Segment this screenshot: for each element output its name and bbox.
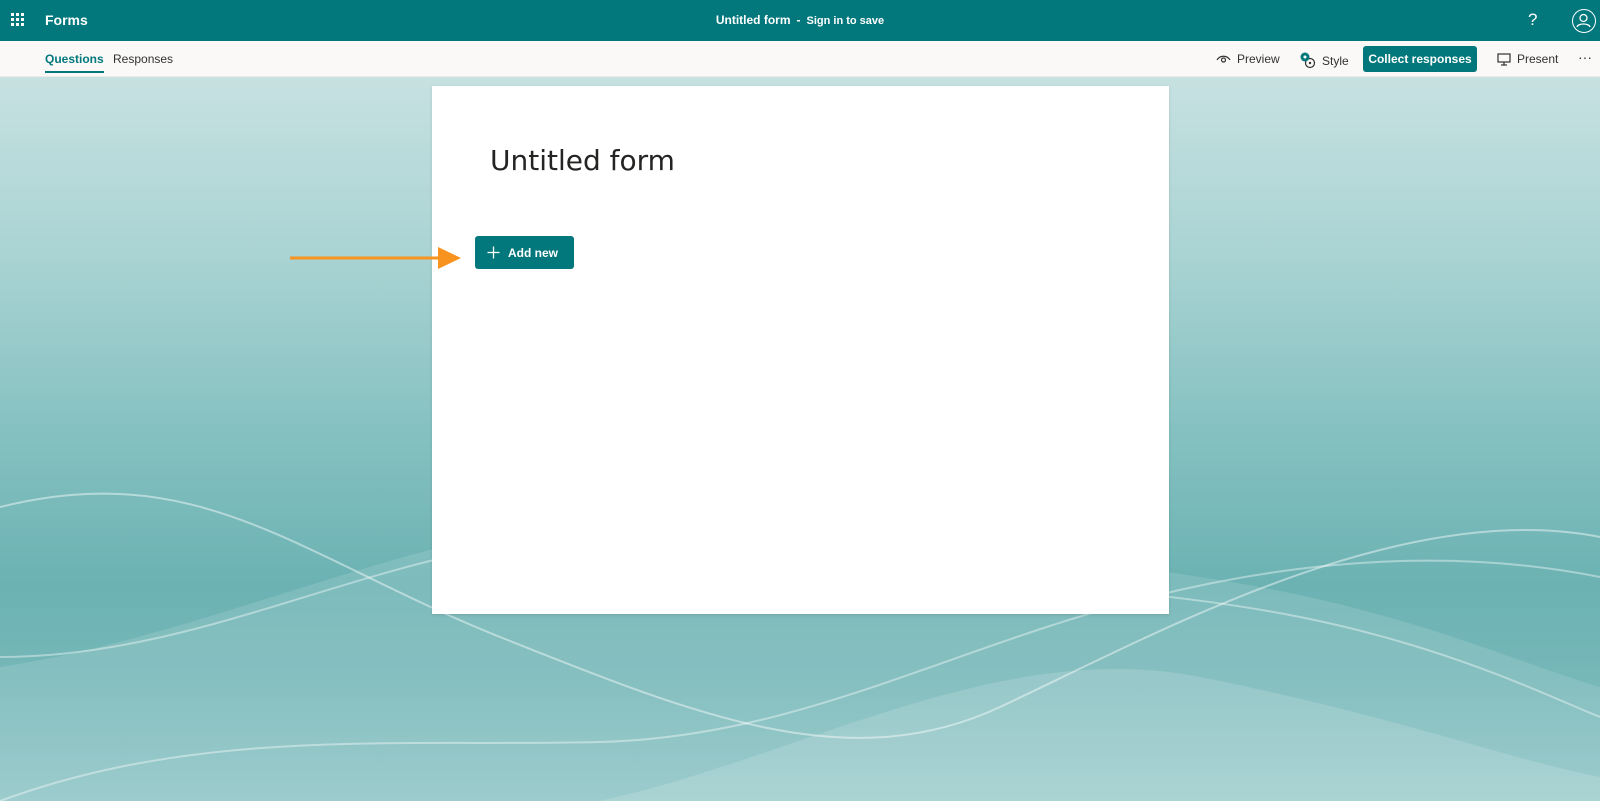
add-new-button[interactable]: Add new xyxy=(475,236,574,269)
account-icon[interactable] xyxy=(1572,9,1596,33)
collect-responses-button[interactable]: Collect responses xyxy=(1363,46,1477,72)
form-title-link[interactable]: Untitled form xyxy=(716,13,791,27)
title-separator: - xyxy=(796,13,801,27)
preview-label: Preview xyxy=(1237,52,1280,66)
palette-icon xyxy=(1300,52,1316,69)
plus-icon xyxy=(487,246,500,259)
help-icon[interactable]: ? xyxy=(1528,10,1537,30)
top-bar: Forms Untitled form - Sign in to save ? xyxy=(0,0,1600,41)
form-title-heading[interactable]: Untitled form xyxy=(490,144,675,177)
present-label: Present xyxy=(1517,52,1559,66)
command-bar: Questions Responses Preview Style Collec… xyxy=(0,41,1600,77)
present-button[interactable]: Present xyxy=(1497,52,1558,66)
tab-responses[interactable]: Responses xyxy=(113,52,173,66)
title-area: Untitled form - Sign in to save xyxy=(0,13,1600,27)
monitor-icon xyxy=(1497,52,1511,66)
arrow-icon xyxy=(290,247,461,269)
add-new-label: Add new xyxy=(508,245,558,260)
style-label: Style xyxy=(1322,54,1349,68)
preview-button[interactable]: Preview xyxy=(1216,52,1280,66)
tab-questions[interactable]: Questions xyxy=(45,52,104,73)
more-icon[interactable]: ··· xyxy=(1578,49,1592,65)
eye-icon xyxy=(1216,55,1231,63)
sign-in-link[interactable]: Sign in to save xyxy=(807,15,885,27)
form-card: Untitled form Add new xyxy=(432,86,1169,614)
style-button[interactable]: Style xyxy=(1300,52,1349,70)
